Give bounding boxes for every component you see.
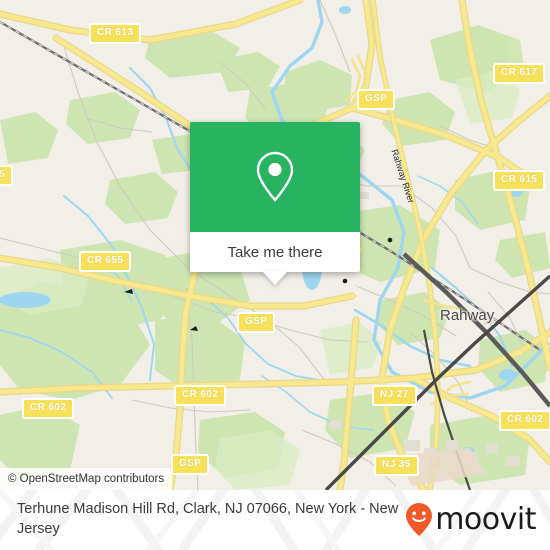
road-shield[interactable]: NJ 27 [372,385,417,406]
road-shield[interactable]: CR 613 [89,23,142,44]
road-shield[interactable]: 5 [0,165,13,186]
road-shield[interactable]: CR 602 [174,385,227,406]
map-pin-icon [256,151,294,202]
map-screenshot: CR 613 CR 617 GSP CR 615 5 CR 655 GSP CR… [0,0,550,550]
take-me-there-label: Take me there [227,243,323,261]
moovit-pin-smiley-icon [406,503,433,536]
road-shield[interactable]: CR 655 [79,251,132,272]
road-shield[interactable]: GSP [171,454,210,475]
road-shield[interactable]: CR 617 [493,63,546,84]
road-shield[interactable]: CR 615 [493,170,546,191]
footer-bar: Terhune Madison Hill Rd, Clark, NJ 07066… [0,490,550,550]
map-canvas[interactable]: CR 613 CR 617 GSP CR 615 5 CR 655 GSP CR… [0,0,550,490]
place-label-rahway: Rahway [440,307,495,324]
map-attribution[interactable]: © OpenStreetMap contributors [0,468,173,490]
take-me-there-button[interactable]: Take me there [190,232,360,272]
road-shield[interactable]: GSP [237,312,276,333]
location-address-label: Terhune Madison Hill Rd, Clark, NJ 07066… [17,501,399,537]
moovit-logo[interactable]: moovit [404,503,536,537]
moovit-wordmark: moovit [435,502,536,537]
road-shield[interactable]: NJ 35 [374,455,419,476]
location-popup-card[interactable]: Take me there [190,122,360,285]
road-shield[interactable]: CR 602 [499,410,550,431]
road-shield[interactable]: CR 602 [22,398,75,419]
road-shield[interactable]: GSP [357,89,396,110]
popup-tail-pointer [262,271,288,285]
popup-image-panel [190,122,360,232]
